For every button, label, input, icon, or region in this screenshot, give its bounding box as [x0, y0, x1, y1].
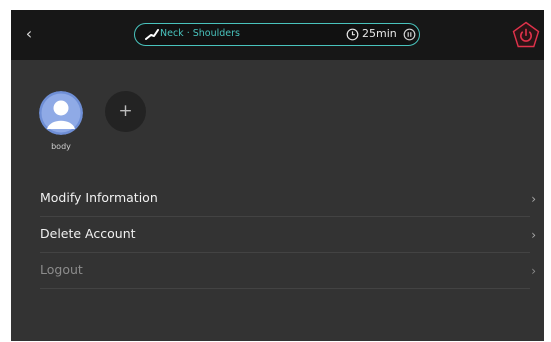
- chevron-left-icon: ‹: [25, 24, 33, 43]
- chevron-right-icon: ›: [531, 228, 536, 242]
- menu-item-delete-account[interactable]: Delete Account ›: [40, 217, 536, 253]
- top-bar: ‹ Neck · Shoulders 25min: [11, 10, 544, 60]
- settings-menu: Modify Information › Delete Account › Lo…: [40, 181, 536, 289]
- massage-mode-icon: [145, 29, 159, 40]
- plus-icon: +: [118, 101, 133, 121]
- avatar[interactable]: [39, 91, 83, 135]
- chevron-right-icon: ›: [531, 192, 536, 206]
- back-button[interactable]: ‹: [20, 24, 38, 44]
- add-user-button[interactable]: +: [105, 91, 146, 132]
- menu-item-label: Logout: [40, 262, 83, 277]
- remaining-time: 25min: [362, 27, 397, 40]
- chevron-right-icon: ›: [531, 264, 536, 278]
- menu-item-logout[interactable]: Logout ›: [40, 253, 536, 289]
- user-profile-body[interactable]: body: [39, 91, 83, 151]
- menu-item-modify-information[interactable]: Modify Information ›: [40, 181, 536, 217]
- session-status-pill[interactable]: Neck · Shoulders 25min: [134, 23, 420, 46]
- power-button[interactable]: [512, 21, 540, 49]
- menu-item-label: Modify Information: [40, 190, 158, 205]
- mode-label: Neck · Shoulders: [160, 28, 240, 39]
- app-screen: ‹ Neck · Shoulders 25min body + Modify I…: [11, 10, 544, 341]
- user-avatar-icon: [39, 91, 83, 135]
- clock-icon: [346, 28, 359, 41]
- menu-item-label: Delete Account: [40, 226, 136, 241]
- avatar-label: body: [51, 142, 71, 151]
- pause-icon[interactable]: [403, 28, 416, 41]
